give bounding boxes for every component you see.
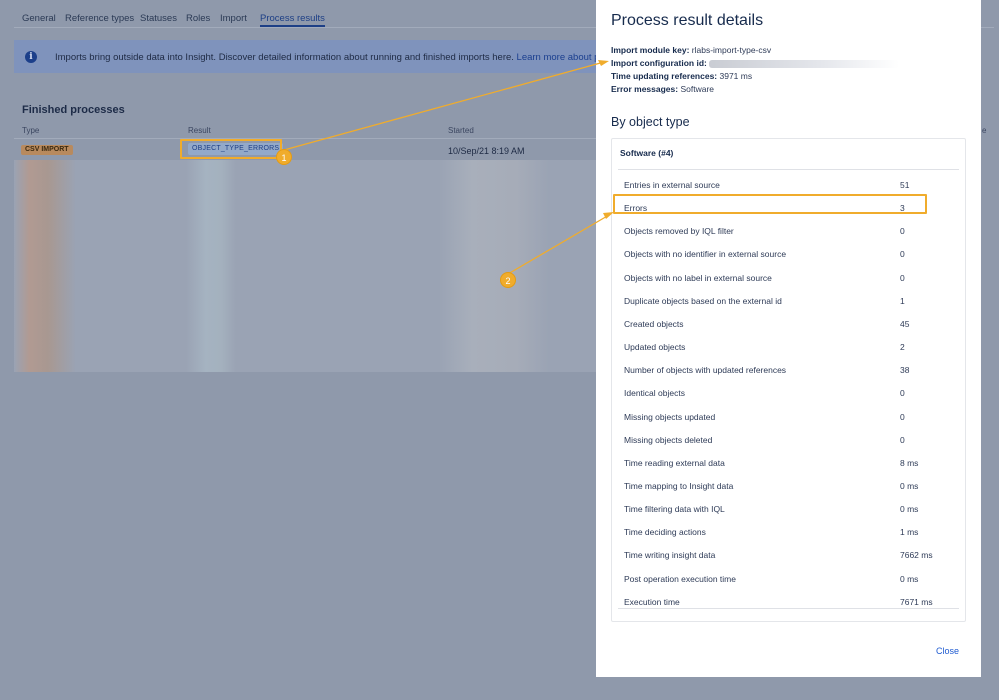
stat-value: 0 ms	[900, 480, 919, 491]
stat-row: Updated objects 2	[618, 337, 959, 357]
tab-general[interactable]: General	[22, 13, 56, 24]
stat-row: Number of objects with updated reference…	[618, 360, 959, 380]
meta-error-messages: Error messages: Software	[611, 84, 714, 94]
by-object-type-heading: By object type	[611, 115, 690, 129]
info-icon: i	[25, 51, 37, 63]
stat-row: Objects with no label in external source…	[618, 268, 959, 288]
table-header-divider	[14, 138, 596, 139]
stat-label: Updated objects	[624, 342, 686, 353]
meta-key: Error messages:	[611, 84, 679, 94]
stat-value: 0 ms	[900, 573, 919, 584]
stat-label: Identical objects	[624, 388, 685, 399]
stat-value: 0	[900, 434, 905, 445]
stat-value: 0 ms	[900, 504, 919, 515]
meta-key: Import configuration id:	[611, 58, 707, 68]
stat-row: Time mapping to Insight data 0 ms	[618, 476, 959, 496]
process-result-details-dialog: Process result details Import module key…	[596, 0, 981, 677]
stat-label: Objects with no identifier in external s…	[624, 249, 787, 260]
stat-row: Missing objects deleted 0	[618, 430, 959, 450]
blurred-column-started	[439, 160, 549, 372]
tab-reference-types[interactable]: Reference types	[65, 13, 134, 24]
stat-label: Time deciding actions	[624, 527, 706, 538]
stat-row: Time reading external data 8 ms	[618, 453, 959, 473]
stat-value: 7671 ms	[900, 596, 933, 607]
meta-value: rlabs-import-type-csv	[691, 45, 772, 55]
stat-value: 0	[900, 272, 905, 283]
stat-row: Missing objects updated 0	[618, 407, 959, 427]
stat-value: 0	[900, 411, 905, 422]
stat-row: Time filtering data with IQL 0 ms	[618, 499, 959, 519]
stat-value: 8 ms	[900, 457, 919, 468]
stat-row: Objects with no identifier in external s…	[618, 244, 959, 264]
stat-value: 45	[900, 318, 910, 329]
column-header-result: Result	[188, 126, 211, 135]
stat-row: Time deciding actions 1 ms	[618, 522, 959, 542]
highlight-errors-row	[613, 194, 927, 214]
annotation-marker-2: 2	[500, 272, 516, 288]
stat-label: Post operation execution time	[624, 573, 736, 584]
stat-label: Objects removed by IQL filter	[624, 226, 734, 237]
card-divider	[618, 608, 959, 609]
stat-row: Objects removed by IQL filter 0	[618, 221, 959, 241]
meta-value: Software	[680, 84, 715, 94]
object-type-card-title: Software (#4)	[620, 148, 674, 158]
stat-row: Identical objects 0	[618, 383, 959, 403]
meta-key: Import module key:	[611, 45, 690, 55]
meta-import-configuration-id: Import configuration id:	[611, 58, 900, 68]
stat-row: Post operation execution time 0 ms	[618, 569, 959, 589]
column-header-type: Type	[22, 126, 40, 135]
blurred-table-rows	[14, 160, 596, 372]
tab-import[interactable]: Import	[220, 13, 247, 24]
blurred-column-type	[14, 160, 76, 372]
card-divider	[618, 169, 959, 170]
blurred-column-result	[186, 160, 236, 372]
started-timestamp: 10/Sep/21 8:19 AM	[448, 146, 525, 156]
tab-process-results[interactable]: Process results	[260, 13, 325, 27]
tab-roles[interactable]: Roles	[186, 13, 210, 24]
highlight-result-box	[180, 139, 282, 159]
stat-label: Objects with no label in external source	[624, 272, 772, 283]
stat-row: Duplicate objects based on the external …	[618, 291, 959, 311]
column-header-started: Started	[448, 126, 474, 135]
stat-value: 0	[900, 249, 905, 260]
stat-value: 1 ms	[900, 527, 919, 538]
column-header-fragment: e	[982, 126, 987, 135]
stat-value: 0	[900, 388, 905, 399]
stat-value: 1	[900, 295, 905, 306]
meta-import-module-key: Import module key: rlabs-import-type-csv	[611, 45, 771, 55]
redacted-value	[709, 59, 900, 68]
annotation-marker-1: 1	[276, 149, 292, 165]
close-button[interactable]: Close	[936, 646, 959, 656]
stat-value: 51	[900, 180, 910, 190]
stat-label: Time writing insight data	[624, 550, 716, 561]
stat-value: 7662 ms	[900, 550, 933, 561]
stat-label: Missing objects deleted	[624, 434, 713, 445]
meta-key: Time updating references:	[611, 71, 718, 81]
stat-label: Time mapping to Insight data	[624, 480, 734, 491]
finished-processes-title: Finished processes	[22, 104, 125, 116]
meta-time-updating-references: Time updating references: 3971 ms	[611, 71, 752, 81]
info-banner-message: Imports bring outside data into Insight.…	[55, 52, 517, 63]
stat-value: 0	[900, 226, 905, 237]
stat-label: Time filtering data with IQL	[624, 504, 725, 515]
dialog-title: Process result details	[611, 12, 764, 29]
stat-value: 2	[900, 342, 905, 353]
arrow-line-1	[283, 61, 605, 151]
info-banner-text: Imports bring outside data into Insight.…	[55, 52, 618, 63]
stat-row: Created objects 45	[618, 314, 959, 334]
stat-label: Time reading external data	[624, 457, 725, 468]
meta-value: 3971 ms	[719, 71, 753, 81]
stat-label: Created objects	[624, 318, 684, 329]
stat-label: Duplicate objects based on the external …	[624, 295, 782, 306]
stat-value: 38	[900, 365, 910, 376]
stat-label: Entries in external source	[624, 180, 720, 190]
stat-label: Execution time	[624, 596, 680, 607]
stat-label: Missing objects updated	[624, 411, 716, 422]
import-type-badge: CSV IMPORT	[21, 145, 73, 155]
tab-statuses[interactable]: Statuses	[140, 13, 177, 24]
stat-label: Number of objects with updated reference…	[624, 365, 787, 376]
stat-row: Time writing insight data 7662 ms	[618, 545, 959, 565]
stat-row: Entries in external source 51	[618, 175, 959, 195]
info-banner: i Imports bring outside data into Insigh…	[14, 40, 618, 73]
